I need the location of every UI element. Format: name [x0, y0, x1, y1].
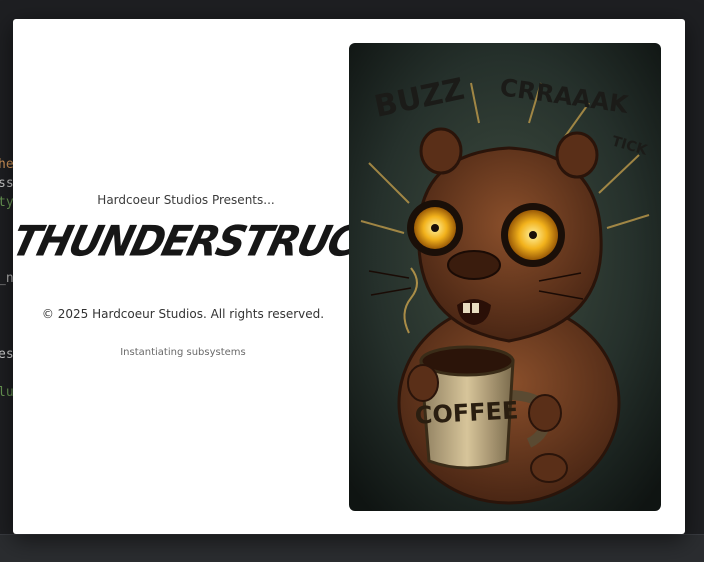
copyright-notice: © 2025 Hardcoeur Studios. All rights res…	[41, 307, 325, 321]
splash-text-column: Hardcoeur Studios Presents... THUNDERSTR…	[7, 19, 391, 534]
splash-artwork: BUZZ CRRAAAK TICK COFFEE	[349, 43, 661, 511]
code-fragment: ss	[0, 176, 14, 191]
loading-status: Instantiating subsystems	[120, 347, 246, 358]
capybara-coffee-illustration: BUZZ CRRAAAK TICK COFFEE	[349, 43, 661, 511]
code-fragment: he	[0, 157, 14, 172]
splash-screen: Hardcoeur Studios Presents... THUNDERSTR…	[7, 19, 685, 534]
code-fragment: lu	[0, 385, 14, 400]
status-bar	[0, 534, 704, 562]
mug-label: COFFEE	[414, 396, 519, 429]
presents-label: Hardcoeur Studios Presents...	[97, 193, 275, 207]
code-fragment: ty	[0, 195, 14, 210]
code-fragment: _n	[0, 271, 14, 286]
game-title: THUNDERSTRUCK	[6, 217, 391, 267]
code-fragment: es	[0, 347, 14, 362]
